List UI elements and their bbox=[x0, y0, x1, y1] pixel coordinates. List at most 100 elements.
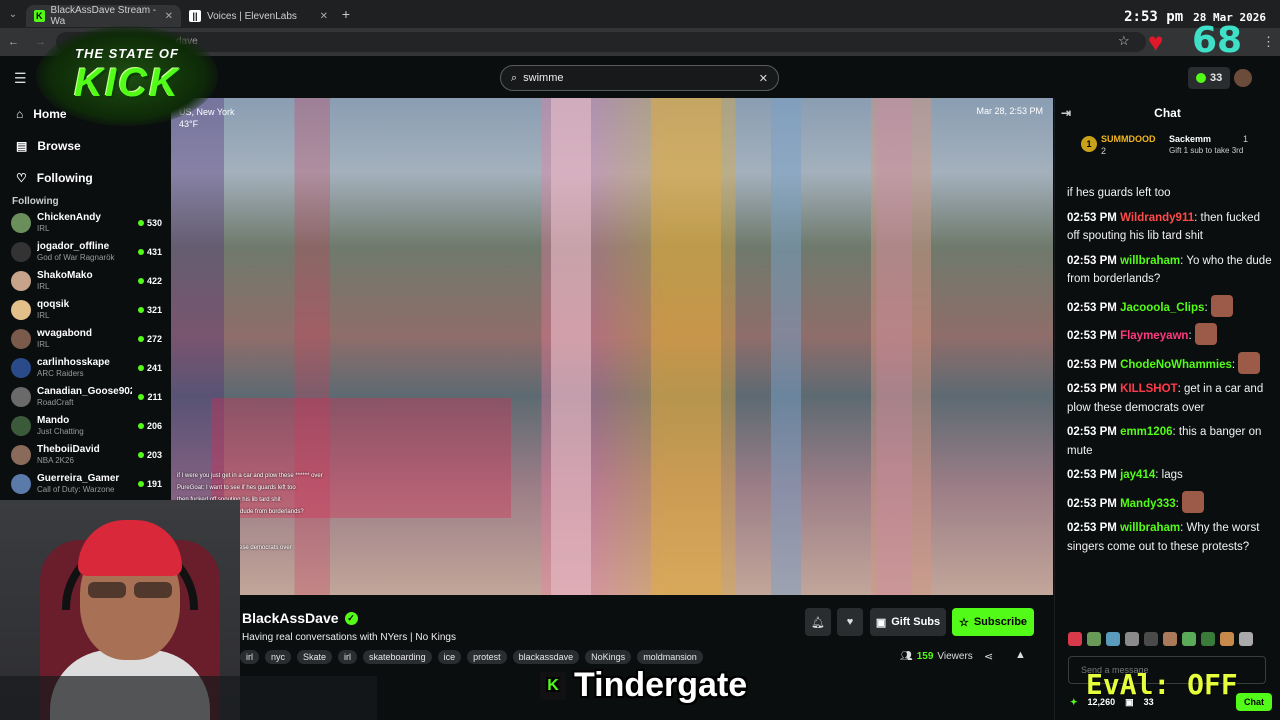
bookmark-star-icon[interactable]: ☆ bbox=[1118, 33, 1130, 49]
message-username[interactable]: Jacooola_Clips bbox=[1120, 302, 1204, 314]
tab-elevenlabs[interactable]: || Voices | ElevenLabs ✕ bbox=[181, 5, 336, 27]
viewer-number: 191 bbox=[146, 478, 162, 489]
sidebar-channel-item[interactable]: jogador_offline God of War Ragnarök 431 bbox=[0, 237, 170, 266]
report-icon[interactable]: ▲ bbox=[1015, 649, 1026, 661]
channel-name: Canadian_Goose902 bbox=[37, 385, 133, 397]
emote-icon[interactable] bbox=[1087, 632, 1101, 646]
sidebar-item-following[interactable]: ♡ Following bbox=[0, 162, 170, 194]
live-dot-icon bbox=[137, 451, 144, 458]
search-bar[interactable]: ⌕ swimme ✕ bbox=[500, 65, 779, 91]
emote-icon[interactable] bbox=[1106, 632, 1120, 646]
stream-tag[interactable]: skateboarding bbox=[363, 650, 432, 664]
clock-time: 2:53 pm bbox=[1124, 9, 1184, 25]
channel-category: IRL bbox=[37, 310, 50, 320]
gift-subs-button[interactable]: ▣ Gift Subs bbox=[870, 608, 946, 636]
video-player[interactable]: US, New York 43°F Mar 28, 2:53 PM if I w… bbox=[171, 98, 1053, 595]
viewer-count: 211 bbox=[138, 392, 162, 402]
state-of-kick-logo: THE STATE OF KICK bbox=[36, 26, 218, 126]
sidebar-item-label: Following bbox=[36, 171, 93, 185]
stream-tag[interactable]: nyc bbox=[265, 650, 292, 664]
stream-tag[interactable]: irl bbox=[338, 650, 358, 664]
sidebar-channel-item[interactable]: Canadian_Goose902 RoadCraft 211 bbox=[0, 382, 170, 411]
message-username[interactable]: willbraham bbox=[1120, 522, 1180, 534]
tab-search-icon[interactable]: ⌄ bbox=[0, 9, 26, 20]
share-icon[interactable]: ⋖ bbox=[984, 650, 993, 663]
subscribe-button[interactable]: ☆ Subscribe bbox=[952, 608, 1034, 636]
viewer-count: 321 bbox=[137, 305, 162, 315]
channel-avatar bbox=[11, 212, 31, 233]
message-username[interactable]: Flaymeyawn bbox=[1120, 330, 1188, 342]
emote-icon[interactable] bbox=[1220, 632, 1234, 646]
tab-label: Voices | ElevenLabs bbox=[207, 10, 297, 22]
emote-icon bbox=[1194, 323, 1217, 345]
tab-close-icon[interactable]: ✕ bbox=[320, 11, 328, 22]
new-tab-icon[interactable]: + bbox=[336, 6, 356, 22]
second-user[interactable]: Sackemm bbox=[1169, 134, 1211, 144]
tab-close-icon[interactable]: ✕ bbox=[165, 11, 173, 22]
channel-info: Mando Just Chatting bbox=[37, 415, 132, 437]
stream-tag[interactable]: protest bbox=[467, 650, 507, 664]
channel-name[interactable]: BlackAssDave ✓ bbox=[242, 610, 358, 626]
message-username[interactable]: jay414 bbox=[1120, 469, 1155, 481]
emote-icon[interactable] bbox=[1068, 632, 1082, 646]
stream-tag[interactable]: NoKings bbox=[585, 650, 632, 664]
message-username[interactable]: Wildrandy911 bbox=[1120, 212, 1194, 224]
sidebar-channel-item[interactable]: Guerreira_Gamer Call of Duty: Warzone 191 bbox=[0, 469, 170, 498]
message-username[interactable]: emm1206 bbox=[1120, 426, 1172, 438]
message-username[interactable]: Mandy333 bbox=[1120, 498, 1176, 510]
tab-kick-stream[interactable]: K BlackAssDave Stream - Wa ✕ bbox=[26, 5, 181, 27]
viewer-number: 241 bbox=[146, 362, 162, 373]
avatar[interactable] bbox=[1234, 69, 1252, 87]
channel-category: Call of Duty: Warzone bbox=[37, 484, 115, 494]
stream-tag[interactable]: Skate bbox=[297, 650, 333, 664]
stream-tag[interactable]: blackassdave bbox=[512, 650, 580, 664]
sidebar-channel-item[interactable]: ShakoMako IRL 422 bbox=[0, 266, 170, 295]
sidebar-item-browse[interactable]: ▤ Browse bbox=[0, 130, 170, 162]
back-icon[interactable]: ← bbox=[8, 36, 19, 48]
chat-header: ⇥ Chat bbox=[1055, 98, 1280, 128]
emote-icon[interactable] bbox=[1201, 632, 1215, 646]
browser-menu-icon[interactable]: ⋮ bbox=[1262, 34, 1275, 50]
search-icon: ⌕ bbox=[511, 71, 518, 84]
video-frame-glitch bbox=[771, 98, 801, 595]
red-cap bbox=[78, 520, 182, 576]
sidebar-channel-item[interactable]: Mando Just Chatting 206 bbox=[0, 411, 170, 440]
channel-avatar bbox=[11, 241, 31, 262]
video-timestamp: Mar 28, 2:53 PM bbox=[976, 106, 1043, 116]
channel-avatar bbox=[11, 473, 31, 494]
stream-tag[interactable]: irl bbox=[240, 650, 259, 664]
channel-name: Mando bbox=[37, 414, 70, 426]
emote-icon bbox=[1238, 351, 1261, 374]
points-badge[interactable]: 33 bbox=[1188, 67, 1231, 89]
leader-user[interactable]: SUMMDOOD bbox=[1101, 134, 1156, 144]
url-field[interactable]: dave bbox=[56, 32, 1146, 52]
emote-icon[interactable] bbox=[1144, 632, 1158, 646]
follow-heart-button[interactable]: ♥ bbox=[837, 608, 863, 636]
emote-icon[interactable] bbox=[1239, 632, 1253, 646]
message-username[interactable]: KILLSHOT bbox=[1120, 383, 1178, 395]
tindergate-caption: K Tindergate bbox=[540, 666, 747, 705]
live-dot-icon bbox=[137, 364, 144, 371]
send-chat-button[interactable]: Chat bbox=[1236, 693, 1272, 711]
message-username[interactable]: ChodeNoWhammies bbox=[1120, 359, 1232, 371]
sidebar-channel-item[interactable]: wvagabond IRL 272 bbox=[0, 324, 170, 353]
clear-search-icon[interactable]: ✕ bbox=[759, 72, 768, 85]
search-input[interactable]: swimme bbox=[523, 72, 563, 84]
subscribe-label: Subscribe bbox=[973, 616, 1028, 628]
sidebar-channel-item[interactable]: ChickenAndy IRL 530 bbox=[0, 208, 170, 237]
stream-tag[interactable]: moldmansion bbox=[637, 650, 703, 664]
emote-icon[interactable] bbox=[1182, 632, 1196, 646]
forward-icon[interactable]: → bbox=[35, 36, 46, 48]
lower-strip bbox=[0, 676, 377, 720]
message-username[interactable]: willbraham bbox=[1120, 255, 1180, 267]
emote-icon[interactable] bbox=[1163, 632, 1177, 646]
sidebar-channel-item[interactable]: qoqsik IRL 321 bbox=[0, 295, 170, 324]
notification-bell-button[interactable]: 🔔︎ bbox=[805, 608, 831, 636]
menu-icon[interactable]: ☰ bbox=[14, 70, 27, 87]
collapse-chat-icon[interactable]: ⇥ bbox=[1061, 106, 1071, 120]
message-time: 02:53 PM bbox=[1067, 358, 1117, 371]
sidebar-channel-item[interactable]: TheboiiDavid NBA 2K26 203 bbox=[0, 440, 170, 469]
emote-icon[interactable] bbox=[1125, 632, 1139, 646]
stream-tag[interactable]: ice bbox=[437, 650, 462, 664]
sidebar-channel-item[interactable]: carlinhosskape ARC Raiders 241 bbox=[0, 353, 170, 382]
